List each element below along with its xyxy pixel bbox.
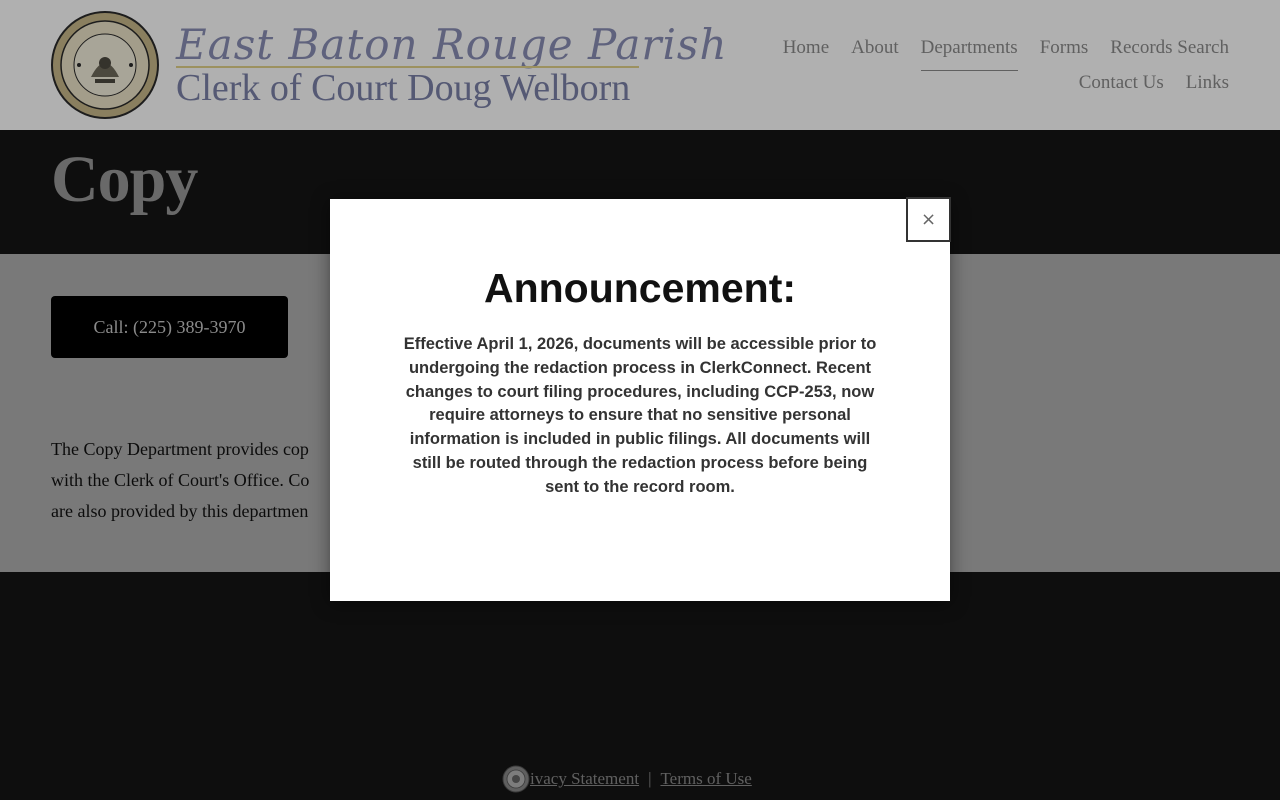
close-icon[interactable]: ×	[906, 197, 951, 242]
modal-body: Effective April 1, 2026, documents will …	[403, 335, 877, 496]
announcement-modal: × Announcement: Effective April 1, 2026,…	[330, 197, 951, 601]
modal-title: Announcement:	[483, 265, 797, 311]
